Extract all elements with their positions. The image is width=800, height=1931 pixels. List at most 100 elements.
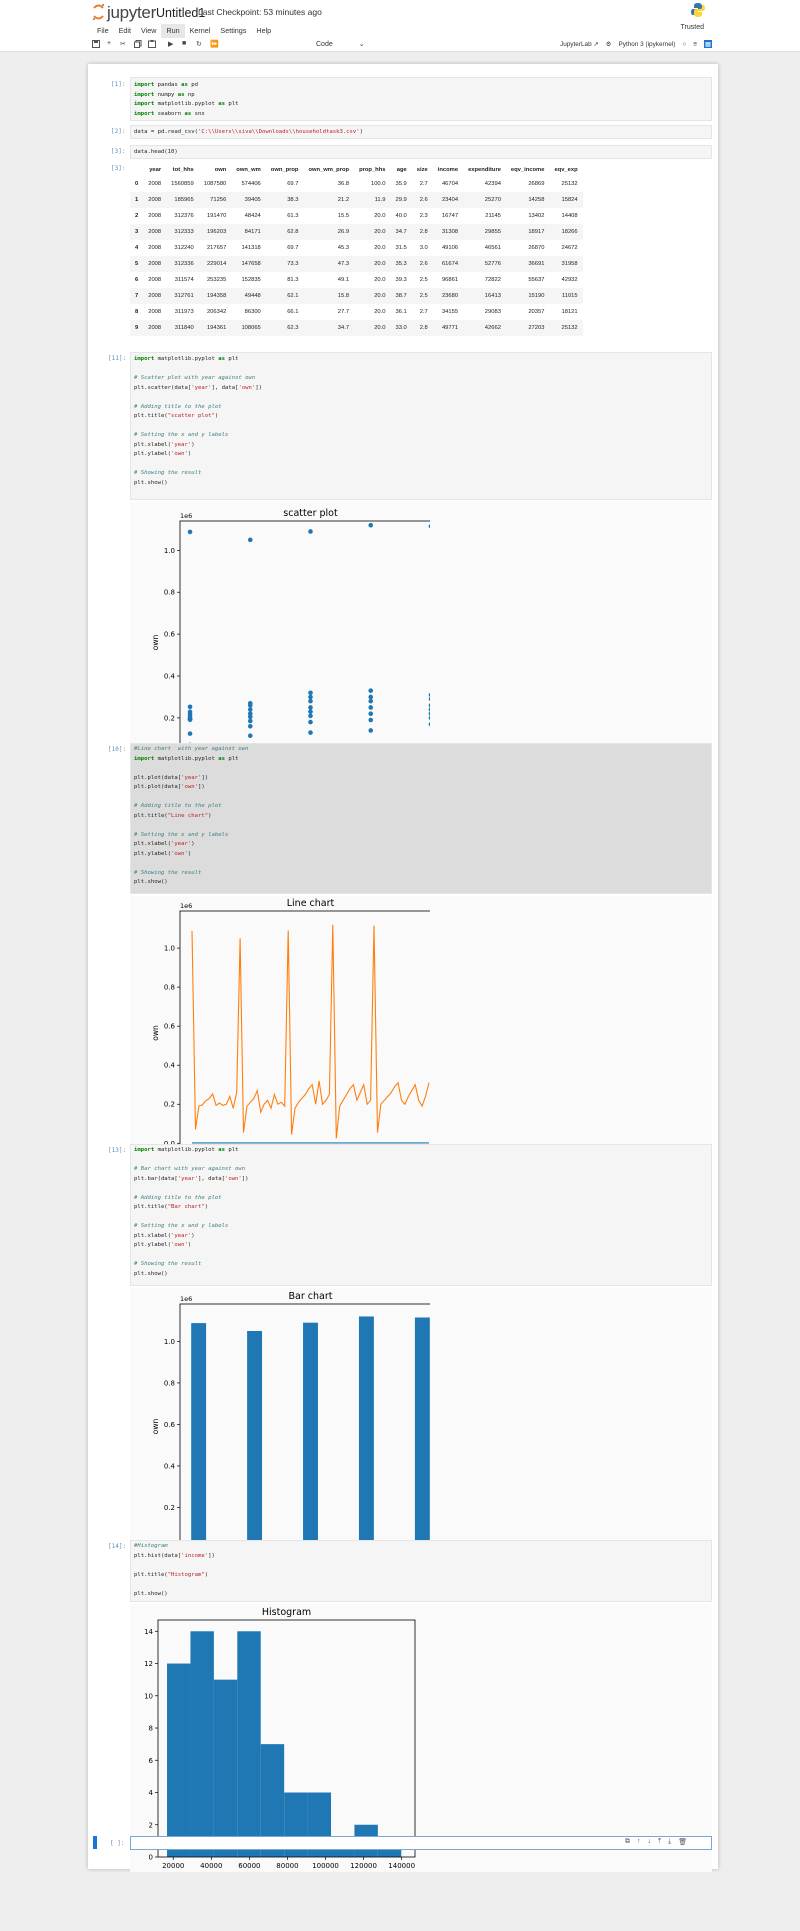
y-tick-label: 0.2 [164,1101,175,1109]
code-cell-input[interactable]: import matplotlib.pyplot as plt # Scatte… [130,352,712,500]
table-cell: 24672 [561,245,578,251]
move-up-icon[interactable]: ↑ [637,1838,641,1846]
table-cell: 11015 [549,288,583,304]
paste-icon[interactable] [148,40,156,48]
move-down-icon[interactable]: ↓ [648,1838,652,1846]
table-header: own_wm_prop [308,167,350,173]
scatter-point [428,722,430,727]
cell-type-select[interactable]: Code ⌄ [316,40,365,48]
table-cell: 2.6 [411,192,433,208]
menu-settings[interactable]: Settings [215,24,251,38]
table-header: expenditure [468,167,501,173]
delete-cell-icon[interactable]: 🗑 [678,1838,687,1846]
scatter-point [368,705,374,710]
menu-run[interactable]: Run [161,24,185,38]
insert-above-icon[interactable]: ⤒ [658,1838,661,1846]
table-cell: 73.3 [265,256,304,272]
cut-icon[interactable]: ✂ [120,40,126,48]
scatter-point [428,711,430,716]
table-header: eqv_exp [554,167,578,173]
table-cell: 42932 [561,277,578,283]
table-cell: 108065 [231,320,266,336]
table-cell: 20357 [528,309,545,315]
table-cell: 15824 [549,192,583,208]
menu-lines-icon[interactable]: ≡ [693,41,697,48]
table-cell: 31958 [549,256,583,272]
scatter-point [247,723,253,729]
cell-prompt: [ ]: [110,1840,125,1847]
menu-view[interactable]: View [136,24,161,38]
table-cell: 1 [130,192,144,208]
table-cell: 206342 [206,309,227,315]
y-tick-label: 0.4 [164,1062,176,1070]
copy-icon[interactable] [134,40,142,48]
stop-icon[interactable]: ■ [182,40,186,47]
jupyterlab-link[interactable]: JupyterLab ↗ [560,40,599,48]
menu-file[interactable]: File [92,24,114,38]
bar [247,1330,263,1549]
code-cell-input[interactable]: import pandas as pd import numpy as np i… [130,77,712,121]
table-cell: 312336 [166,256,199,272]
duplicate-cell-icon[interactable]: ⧉ [625,1838,630,1846]
insert-below-icon[interactable]: ⤓ [668,1838,671,1846]
kernel-name[interactable]: Python 3 (ipykernel) [619,41,676,48]
scatter-point [187,716,193,722]
bug-icon[interactable]: ⚙ [606,40,612,48]
run-icon[interactable]: ▶ [168,40,173,48]
table-cell: 311973 [174,309,194,315]
table-cell: 185965 [166,192,199,208]
table-cell: 2.7 [419,181,428,187]
table-cell: 14408 [561,213,578,219]
restart-icon[interactable]: ↻ [196,40,202,48]
table-row: 3 2008 312333 196203 84171 62.8 26.9 20.0 34.7 2.… [130,224,583,240]
notebook-page: [1]: import pandas as pd import numpy as… [88,64,718,1872]
scatter-point [187,704,193,710]
table-cell: 49771 [432,320,464,336]
menu-help[interactable]: Help [251,24,276,38]
scatter-point [308,713,313,719]
table-cell: 15.5 [337,213,350,219]
fast-forward-icon[interactable]: ⏩ [210,40,219,48]
table-cell: 42394 [484,181,501,187]
code-cell-input-selected[interactable]: #Line chart with year against own import… [130,743,712,894]
table-cell: 25132 [561,181,578,187]
table-cell: 27203 [505,320,550,336]
table-header: own [214,167,227,173]
code-cell-input[interactable]: import matplotlib.pyplot as plt # Bar ch… [130,1144,712,1286]
menu-kernel[interactable]: Kernel [185,24,216,38]
chart-title: Histogram [262,1607,311,1618]
jupyter-logo[interactable]: jupyter [92,2,156,23]
table-cell: 31.5 [395,245,407,251]
code-cell-input[interactable]: #Histogram plt.hist(data['income']) plt.… [130,1540,712,1602]
save-icon[interactable] [92,40,100,48]
code-cell-input[interactable]: data.head(10) [130,145,712,159]
plot-frame [179,910,430,1156]
table-cell: 8 [135,309,139,315]
table-cell: 62.8 [265,224,304,240]
table-cell: 40.0 [395,213,407,219]
table-cell: 2.8 [411,320,433,336]
bar [191,1323,207,1549]
menu-edit[interactable]: Edit [114,24,136,38]
code-cell-input[interactable]: data = pd.read_csv('C:\\Users\\siva\\Dow… [130,125,712,139]
cell-code: import matplotlib.pyplot as plt # Scatte… [134,356,263,486]
trusted-indicator[interactable]: Trusted [679,23,706,32]
table-cell: 2 [135,213,139,219]
y-tick-label: 8 [149,1725,153,1733]
table-cell: 4 [135,245,139,251]
add-cell-icon[interactable]: + [107,40,111,47]
scatter-point [308,730,313,735]
table-cell: 100.0 [370,181,386,187]
y-tick-label: 1.0 [164,547,175,555]
scatter-point [428,696,430,702]
table-cell: 61.3 [287,213,299,219]
table-header: eqv_income [510,167,545,173]
table-cell: 47.3 [303,256,355,272]
table-cell: 2.7 [419,309,428,315]
keyboard-icon[interactable]: ▦ [703,40,712,48]
table-cell: 20.0 [374,213,386,219]
cell-code: data.head(10) [134,149,178,155]
table-header [130,164,143,176]
table-cell: 38.3 [265,192,304,208]
table-header: size [416,167,428,173]
